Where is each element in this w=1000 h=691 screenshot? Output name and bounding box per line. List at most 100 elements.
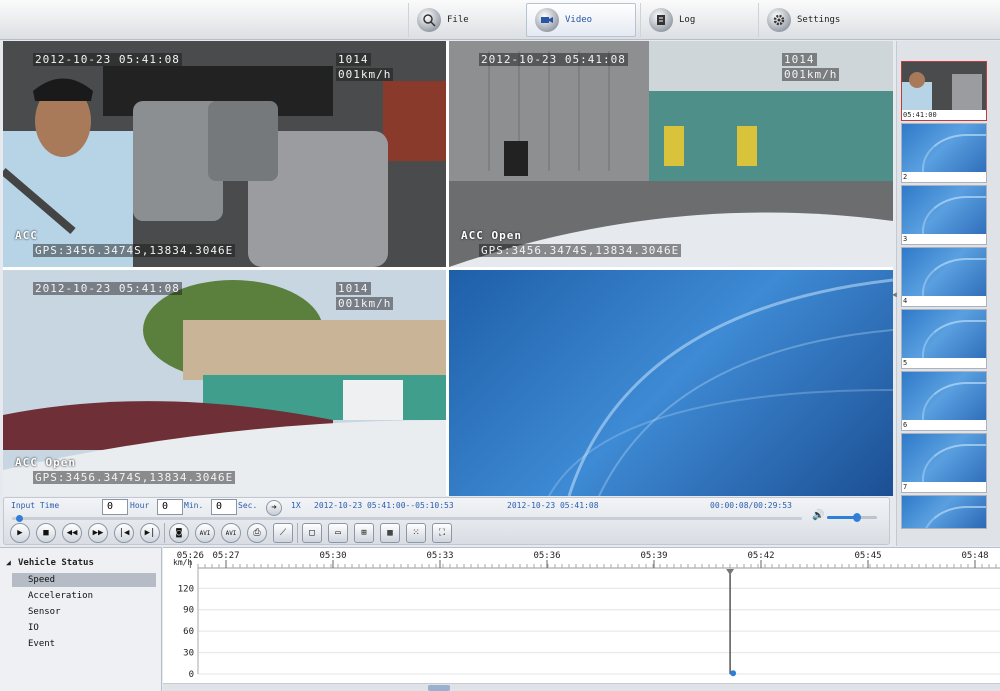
single-view-icon: □ [309,528,315,538]
channel-1-datetime: 2012-10-23 05:41:08 [33,53,182,66]
channel-2-speed: 001km/h [782,68,840,81]
channel-thumbnail-panel: 05:41:00 2 3 4 5 6 7 [896,41,1000,546]
elapsed-time-text: 00:00:08/00:29:53 [710,501,792,510]
video-channel-4[interactable] [449,270,893,496]
collapse-triangle-icon[interactable]: ◢ [6,558,11,567]
thumbnail-3-label: 3 [902,234,986,244]
thumbnail-1[interactable]: 05:41:00 [901,61,987,121]
nav-video-label: Video [565,15,593,25]
fast-forward-button[interactable]: ▶▶ [88,523,108,543]
skip-back-icon: |◀ [118,528,130,538]
channel-2-id: 1014 [782,53,817,66]
stop-icon: ■ [43,528,49,538]
video-channel-3[interactable]: 2012-10-23 05:41:08 1014 001km/h ACC Ope… [3,270,446,496]
play-button[interactable]: ▶ [10,523,30,543]
progress-knob[interactable] [15,515,23,522]
x-tick-label: 05:39 [640,551,667,561]
thumbnail-2-label: 2 [902,172,986,182]
avi-icon: AVI [199,529,211,537]
scrollbar-thumb[interactable] [428,685,450,691]
thumbnail-5-label: 5 [902,358,986,368]
video-channel-1[interactable]: 2012-10-23 05:41:08 1014 001km/h ACC GPS… [3,41,446,267]
toolbar-divider [164,523,165,543]
video-camera-icon [535,8,559,32]
speed-chart[interactable]: 05:26 05:27 05:30 05:33 05:36 05:39 05:42 05:45… [163,547,1000,691]
thumbnail-8[interactable] [901,495,987,529]
time-range-text: 2012-10-23 05:41:00--05:10:53 [314,501,454,510]
second-label: Sec. [238,501,258,510]
nav-settings-label: Settings [797,15,841,25]
x-tick-label: 05:33 [426,551,453,561]
playback-progress-bar[interactable] [12,515,802,522]
chart-button[interactable]: ⟋ [273,523,293,543]
status-item-sensor[interactable]: Sensor [12,605,156,619]
x-tick-label: 05:36 [533,551,560,561]
volume-slider[interactable] [827,513,877,522]
previous-frame-button[interactable]: |◀ [114,523,134,543]
nav-video-button[interactable]: Video [526,3,636,37]
nav-file-label: File [447,15,469,25]
play-speed-label: 1X [291,501,301,510]
thumbnail-2[interactable]: 2 [901,123,987,183]
nav-log-button[interactable]: Log [640,3,752,37]
status-item-speed[interactable]: Speed [12,573,156,587]
printer-icon: ⎙ [253,528,261,538]
thumbnail-6[interactable]: 6 [901,371,987,431]
thumbnail-1-image [902,62,986,112]
volume-knob[interactable] [853,513,861,522]
skip-forward-icon: ▶| [144,528,156,538]
thumbnail-7[interactable]: 7 [901,433,987,493]
search-icon [417,8,441,32]
collapse-panel-arrow-icon[interactable]: ◀ [892,290,897,299]
stop-button[interactable]: ■ [36,523,56,543]
status-item-io[interactable]: IO [12,621,156,635]
volume-icon[interactable]: 🔊 [812,510,824,521]
y-tick-label: 60 [183,627,194,637]
channel-2-gps: GPS:3456.3474S,13834.3046E [479,244,682,257]
rewind-button[interactable]: ◀◀ [62,523,82,543]
go-arrow-icon[interactable]: ➜ [266,500,282,516]
thumbnail-3[interactable]: 3 [901,185,987,245]
thumbnail-4[interactable]: 4 [901,247,987,307]
y-axis-label: km/h [173,558,192,567]
channel-3-speed: 001km/h [336,297,394,310]
nav-file-button[interactable]: File [408,3,518,37]
thumbnail-6-label: 6 [902,420,986,430]
second-input[interactable]: 0 [211,499,237,515]
layout-9-button[interactable]: ⁙ [406,523,426,543]
layout-1-button[interactable]: □ [302,523,322,543]
layout-4-button[interactable]: ⊞ [354,523,374,543]
line-chart-icon: ⟋ [279,528,287,538]
thumbnail-5[interactable]: 5 [901,309,987,369]
avi-export-button[interactable]: AVI [195,523,215,543]
nine-view-icon: ⁙ [412,528,420,538]
print-button[interactable]: ⎙ [247,523,267,543]
video-grid: 2012-10-23 05:41:08 1014 001km/h ACC GPS… [3,41,893,496]
x-tick-label: 05:27 [212,551,239,561]
channel-3-datetime: 2012-10-23 05:41:08 [33,282,182,295]
fullscreen-button[interactable]: ⛶ [432,523,452,543]
speed-chart-svg: 05:26 05:27 05:30 05:33 05:36 05:39 05:42 05:45… [173,551,1000,680]
chart-horizontal-scrollbar[interactable] [163,683,1000,691]
channel-3-id: 1014 [336,282,371,295]
snapshot-button[interactable]: ◙ [169,523,189,543]
current-time-text: 2012-10-23 05:41:08 [507,501,599,510]
log-icon [649,8,673,32]
layout-2-button[interactable]: ▭ [328,523,348,543]
layout-6-button[interactable]: ▦ [380,523,400,543]
channel-2-datetime: 2012-10-23 05:41:08 [479,53,628,66]
minute-input[interactable]: 0 [157,499,183,515]
gear-icon [767,8,791,32]
toolbar-divider [297,523,298,543]
status-item-acceleration[interactable]: Acceleration [12,589,156,603]
status-item-event[interactable]: Event [12,637,156,651]
nav-settings-button[interactable]: Settings [758,3,870,37]
avi-convert-button[interactable]: AVI [221,523,241,543]
video-channel-2[interactable]: 2012-10-23 05:41:08 1014 001km/h ACC Ope… [449,41,893,267]
fullscreen-icon: ⛶ [438,528,446,538]
channel-2-acc: ACC Open [461,229,522,242]
hour-input[interactable]: 0 [102,499,128,515]
next-frame-button[interactable]: ▶| [140,523,160,543]
thumbnail-4-label: 4 [902,296,986,306]
top-navigation-bar: File Video Log Settings [0,0,1000,40]
